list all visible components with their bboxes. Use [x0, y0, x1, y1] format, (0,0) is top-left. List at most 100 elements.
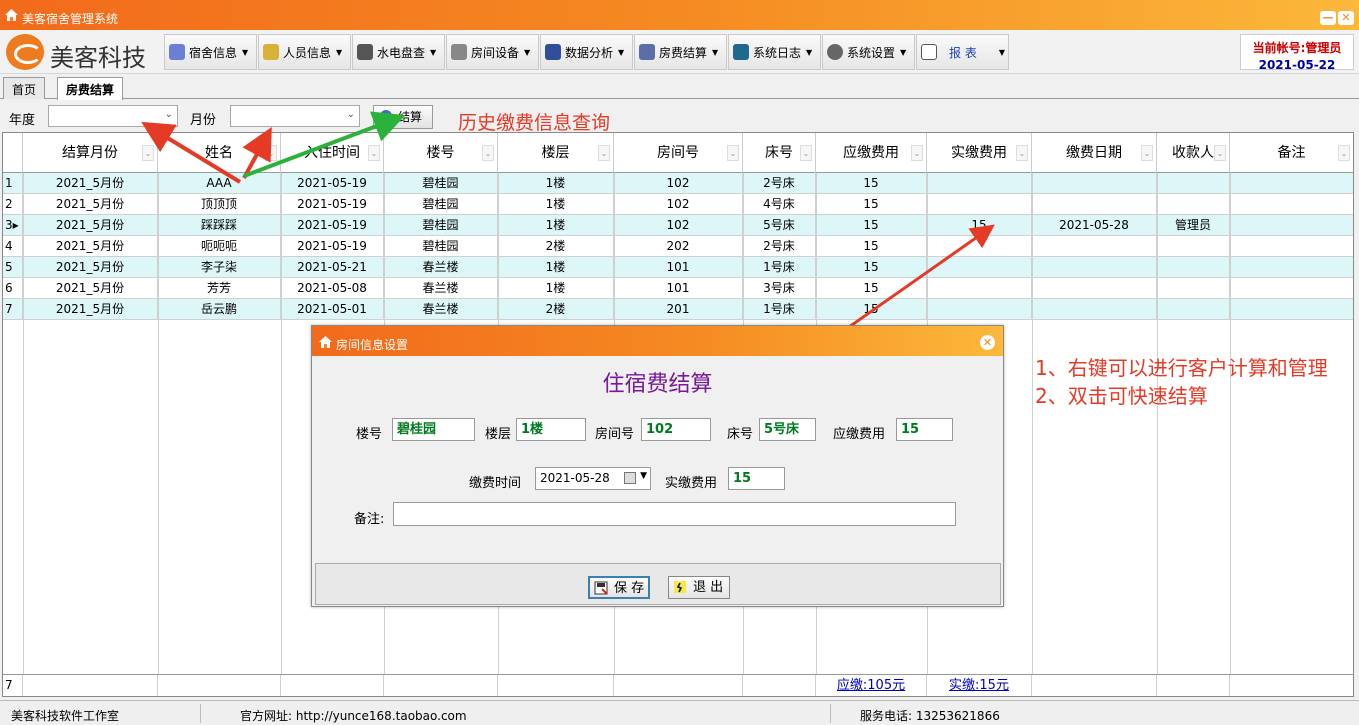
table-cell[interactable] [1032, 236, 1157, 257]
col-header[interactable]: 收款人 ⌄ [1157, 133, 1230, 173]
table-cell[interactable] [1032, 257, 1157, 278]
table-cell[interactable]: 15 [927, 215, 1032, 236]
floor-field[interactable]: 1楼 [516, 418, 586, 441]
col-header[interactable]: 床号 ⌄ [743, 133, 816, 173]
table-cell[interactable]: 201 [614, 299, 743, 320]
table-cell[interactable] [1032, 278, 1157, 299]
col-header[interactable]: 入住时间 ⌄ [281, 133, 384, 173]
menu-report[interactable]: 报 表 ▼ [916, 34, 1009, 70]
filter-icon[interactable]: ⌄ [1338, 145, 1350, 161]
table-row[interactable]: 5 2021_5月份 李子柒 2021-05-21 春兰楼 1楼 101 1号床 15 [3, 257, 1353, 278]
table-cell[interactable]: 踩踩踩 [158, 215, 281, 236]
bed-field[interactable]: 5号床 [759, 418, 816, 441]
table-cell[interactable]: 管理员 [1157, 215, 1230, 236]
table-cell[interactable]: 15 [816, 278, 927, 299]
table-row[interactable]: 6 2021_5月份 芳芳 2021-05-08 春兰楼 1楼 101 3号床 15 [3, 278, 1353, 299]
table-cell[interactable] [927, 194, 1032, 215]
table-cell[interactable]: 202 [614, 236, 743, 257]
table-cell[interactable]: AAA [158, 173, 281, 194]
col-header[interactable]: 房间号 ⌄ [614, 133, 743, 173]
row-number[interactable]: 6 [3, 278, 23, 299]
table-cell[interactable]: 岳云鹏 [158, 299, 281, 320]
table-cell[interactable]: 15 [816, 257, 927, 278]
table-cell[interactable] [1157, 236, 1230, 257]
menu-dorm-info[interactable]: 宿舍信息 ▼ [164, 34, 257, 70]
website-link[interactable]: 官方网址: http://yunce168.taobao.com [240, 707, 467, 724]
filter-icon[interactable]: ⌄ [368, 145, 380, 161]
col-header[interactable]: 备注 ⌄ [1230, 133, 1353, 173]
menu-system-settings[interactable]: 系统设置 ▼ [822, 34, 915, 70]
table-cell[interactable]: 1楼 [498, 257, 614, 278]
table-cell[interactable]: 1号床 [743, 299, 816, 320]
paytime-picker[interactable]: 2021-05-28 ▼ [535, 467, 651, 490]
row-number[interactable]: 2 [3, 194, 23, 215]
row-number[interactable]: 5 [3, 257, 23, 278]
table-cell[interactable]: 2021_5月份 [23, 299, 158, 320]
table-cell[interactable]: 3号床 [743, 278, 816, 299]
filter-icon[interactable]: ⌄ [800, 145, 812, 161]
table-cell[interactable]: 2楼 [498, 236, 614, 257]
table-cell[interactable]: 2021_5月份 [23, 236, 158, 257]
dialog-close-button[interactable]: ✕ [980, 335, 995, 350]
col-header[interactable]: 楼层 ⌄ [498, 133, 614, 173]
table-cell[interactable]: 4号床 [743, 194, 816, 215]
filter-icon[interactable]: ⌄ [1214, 145, 1226, 161]
menu-personnel-info[interactable]: 人员信息 ▼ [258, 34, 351, 70]
year-select[interactable]: ⌄ [48, 105, 178, 127]
table-cell[interactable]: 2号床 [743, 173, 816, 194]
table-cell[interactable] [1230, 278, 1353, 299]
table-cell[interactable]: 1号床 [743, 257, 816, 278]
tab-room-fee[interactable]: 房费结算 [57, 77, 124, 100]
table-row[interactable]: 1 2021_5月份 AAA 2021-05-19 碧桂园 1楼 102 2号床 15 [3, 173, 1353, 194]
row-number[interactable]: 3▸ [3, 215, 23, 236]
row-number[interactable]: 4 [3, 236, 23, 257]
table-cell[interactable]: 101 [614, 257, 743, 278]
table-cell[interactable]: 1楼 [498, 173, 614, 194]
table-cell[interactable] [1157, 299, 1230, 320]
table-cell[interactable] [1032, 173, 1157, 194]
row-number[interactable]: 7 [3, 299, 23, 320]
table-cell[interactable]: 2021-05-19 [281, 236, 384, 257]
table-cell[interactable]: 5号床 [743, 215, 816, 236]
table-cell[interactable] [1230, 257, 1353, 278]
table-cell[interactable]: 102 [614, 173, 743, 194]
filter-icon[interactable]: ⌄ [727, 145, 739, 161]
row-number[interactable]: 1 [3, 173, 23, 194]
table-cell[interactable]: 碧桂园 [384, 236, 498, 257]
table-cell[interactable]: 碧桂园 [384, 215, 498, 236]
col-header[interactable]: 姓名 ⌄ [158, 133, 281, 173]
room-field[interactable]: 102 [641, 418, 711, 441]
filter-icon[interactable]: ⌄ [911, 145, 923, 161]
table-cell[interactable] [1032, 194, 1157, 215]
table-cell[interactable]: 2021_5月份 [23, 278, 158, 299]
table-row[interactable]: 3▸ 2021_5月份 踩踩踩 2021-05-19 碧桂园 1楼 102 5号床 15 15 20… [3, 215, 1353, 236]
table-cell[interactable]: 2021-05-28 [1032, 215, 1157, 236]
table-cell[interactable]: 15 [816, 194, 927, 215]
table-cell[interactable]: 15 [816, 215, 927, 236]
table-cell[interactable]: 春兰楼 [384, 278, 498, 299]
month-select[interactable]: ⌄ [230, 105, 360, 127]
table-cell[interactable]: 碧桂园 [384, 173, 498, 194]
table-cell[interactable]: 呃呃呃 [158, 236, 281, 257]
filter-icon[interactable]: ⌄ [1016, 145, 1028, 161]
table-cell[interactable] [927, 299, 1032, 320]
table-cell[interactable]: 2号床 [743, 236, 816, 257]
menu-room-equipment[interactable]: 房间设备 ▼ [446, 34, 539, 70]
tab-home[interactable]: 首页 [3, 77, 46, 99]
note-input[interactable] [393, 502, 956, 526]
table-cell[interactable]: 芳芳 [158, 278, 281, 299]
table-cell[interactable]: 1楼 [498, 194, 614, 215]
table-cell[interactable]: 2021_5月份 [23, 173, 158, 194]
table-cell[interactable] [1230, 173, 1353, 194]
col-header[interactable]: 应缴费用 ⌄ [816, 133, 927, 173]
table-cell[interactable]: 102 [614, 194, 743, 215]
table-cell[interactable] [1230, 215, 1353, 236]
table-cell[interactable] [1230, 236, 1353, 257]
table-cell[interactable] [1157, 173, 1230, 194]
filter-icon[interactable]: ⌄ [482, 145, 494, 161]
table-cell[interactable] [1230, 194, 1353, 215]
menu-utility-check[interactable]: 水电盘查 ▼ [352, 34, 445, 70]
col-header[interactable]: 实缴费用 ⌄ [927, 133, 1032, 173]
menu-system-log[interactable]: 系统日志 ▼ [728, 34, 821, 70]
building-field[interactable]: 碧桂园 [392, 418, 475, 441]
